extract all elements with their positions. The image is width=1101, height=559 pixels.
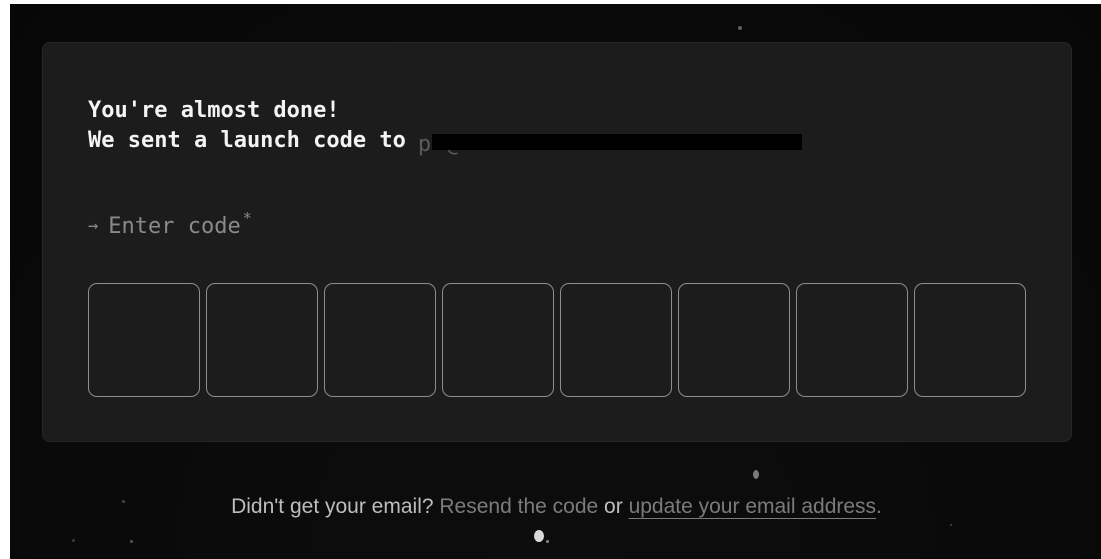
star [753, 470, 759, 479]
required-marker: * [242, 209, 252, 227]
star [72, 539, 75, 542]
sent-code-text: We sent a launch code to [88, 128, 406, 153]
screen-edge-left [0, 0, 10, 559]
enter-code-label: → Enter code * [88, 209, 252, 239]
code-digit-input-2[interactable] [206, 283, 318, 397]
footer-help: Didn't get your email? Resend the code o… [0, 495, 1101, 519]
star [534, 530, 544, 542]
code-digit-input-1[interactable] [88, 283, 200, 397]
footer-prompt: Didn't get your email? [231, 495, 434, 518]
code-digit-input-4[interactable] [442, 283, 554, 397]
star [738, 26, 742, 30]
footer-period: . [876, 495, 882, 518]
code-input-row [88, 283, 1026, 397]
star [130, 540, 133, 543]
footer-or: or [604, 495, 623, 518]
code-digit-input-5[interactable] [560, 283, 672, 397]
code-digit-input-8[interactable] [914, 283, 1026, 397]
arrow-right-icon: → [88, 216, 99, 236]
resend-code-link[interactable]: Resend the code [439, 495, 598, 518]
screen-edge-top [0, 0, 1101, 4]
code-digit-input-7[interactable] [796, 283, 908, 397]
star [950, 524, 952, 526]
redaction-bar [431, 134, 802, 150]
update-email-link[interactable]: update your email address [629, 495, 876, 518]
star [546, 540, 549, 543]
redacted-email: p @ [418, 132, 803, 157]
code-digit-input-6[interactable] [678, 283, 790, 397]
heading-line-1: You're almost done! [88, 98, 340, 123]
heading-line-2: We sent a launch code to p @ [88, 126, 803, 157]
code-digit-input-3[interactable] [324, 283, 436, 397]
card-heading: You're almost done! We sent a launch cod… [88, 96, 803, 157]
enter-code-text: Enter code [108, 214, 241, 239]
